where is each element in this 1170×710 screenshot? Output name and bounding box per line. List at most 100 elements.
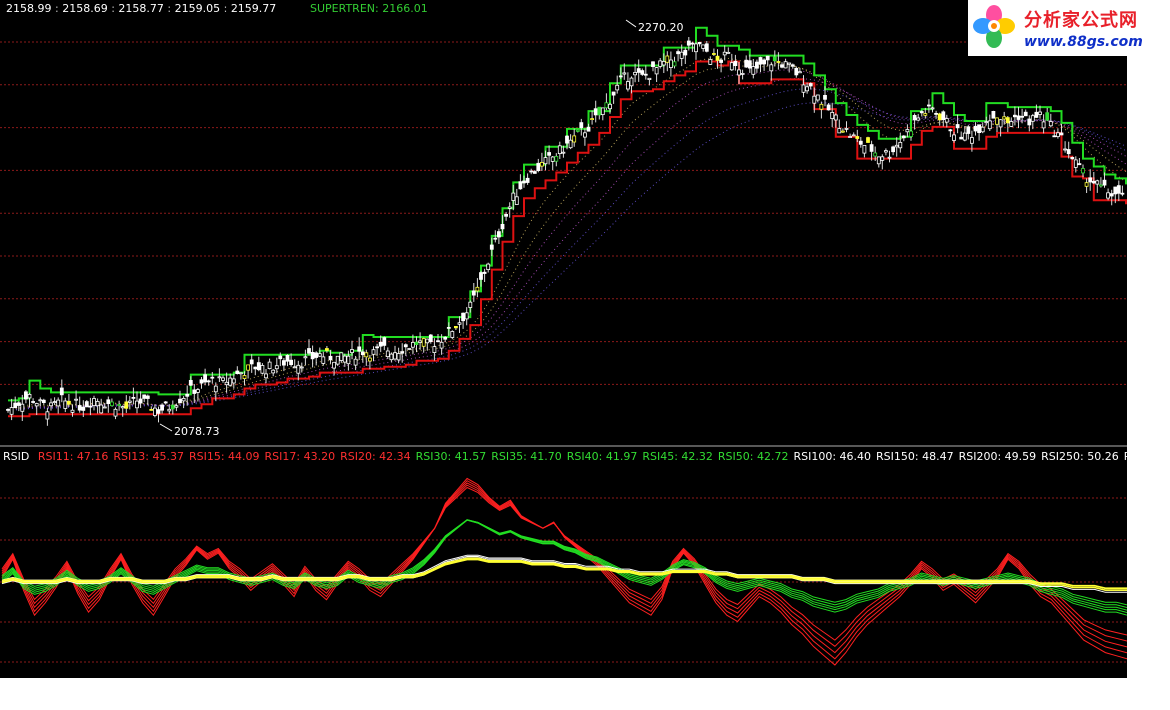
site-logo[interactable]: 分析家公式网 www.88gs.com [968,0,1170,56]
candle-body [260,365,265,374]
candle-body [762,59,766,65]
rsi-legend-item: RSI13: 45.37 [113,450,184,463]
candle-body [210,376,215,379]
candle-body [421,338,426,347]
candle-body [49,402,53,407]
candle-body [769,64,774,72]
candle-body [393,352,397,360]
candle-body [866,137,870,143]
candle-body [676,51,680,55]
candle-body [20,403,25,412]
candle-body [1005,117,1010,124]
candle-body [909,130,913,137]
candle-body [56,399,61,407]
candle-body [289,359,294,366]
candle-body [321,356,326,364]
candle-body [952,134,956,141]
candle-body [944,118,949,123]
candle-body [324,348,329,351]
candle-body [554,155,559,162]
candle-body [496,231,501,238]
candle-body [264,373,268,379]
candle-body [855,136,860,139]
rsi-legend-item: RSI17: 43.20 [264,450,336,463]
candle-body [683,49,688,56]
candle-body [812,95,817,104]
candle-body [353,358,358,366]
candle-body [934,113,938,115]
candle-body [1048,121,1053,127]
candle-body [643,73,648,76]
candle-body [543,157,548,165]
candle-body [256,362,261,371]
rsi-legend-item: RSI11: 47.16 [37,450,109,463]
candle-body [92,398,96,406]
candle-body [873,152,878,157]
candle-body [869,144,874,152]
candle-body [110,401,114,407]
candle-body [13,402,18,409]
candle-body [991,111,996,119]
candle-body [471,290,476,296]
rsi-legend-item: RSI200: 49.59 [958,450,1037,463]
low-marker-line [159,423,173,432]
candle-body [980,126,985,133]
candle-body [891,146,895,153]
candle-body [142,394,147,399]
candle-body [335,355,340,365]
rsi-lines [1,477,1127,666]
candle-body [905,129,910,133]
candle-body [1016,115,1021,120]
candle-body [135,400,139,409]
candle-body [500,223,505,230]
candle-body [590,118,594,120]
candle-body [765,55,770,61]
candle-body [805,86,809,92]
candles [6,37,1125,426]
candle-body [654,67,659,75]
candle-body [737,69,741,76]
candle-body [823,95,827,100]
candle-body [959,136,964,140]
candle-body [626,81,630,90]
candle-body [489,244,494,250]
candle-body [382,337,387,346]
candle-body [1109,193,1114,197]
candle-body [117,404,121,406]
candle-body [600,107,605,116]
candle-body [529,170,534,173]
candle-body [697,42,702,45]
candle-body [636,68,641,73]
candle-body [299,366,304,369]
candle-body [1095,180,1100,185]
candle-body [651,61,655,67]
candle-body [884,150,888,153]
candle-body [281,360,286,366]
ohlc-value-5: 2159.77 [230,2,277,15]
candle-body [102,406,107,409]
candle-body [729,62,734,71]
candle-body [285,354,290,362]
rsi-legend-item: RSI20: 42.34 [340,450,411,463]
flower-logo-icon [973,5,1015,48]
rsi-legend-item: RSI35: 41.70 [491,450,562,463]
candle-body [342,355,347,363]
candle-body [31,401,36,403]
ribbon-line [7,64,1127,411]
high-marker-line [625,19,637,28]
candle-body [733,61,738,67]
candle-body [618,75,623,78]
candle-body [195,389,200,393]
candle-body [389,353,394,361]
price-grid [0,41,1127,385]
candle-body [665,55,670,63]
supertrend-readout: SUPERTREN: 2166.01 [310,2,428,15]
rsi-line [1,480,1127,660]
candle-body [514,196,519,205]
candle-body [1052,135,1057,138]
candle-body [1038,111,1042,115]
candle-body [213,385,218,393]
candle-body [751,66,756,75]
ohlc-value-4: 2159.05 [174,2,221,15]
candle-body [271,369,276,374]
